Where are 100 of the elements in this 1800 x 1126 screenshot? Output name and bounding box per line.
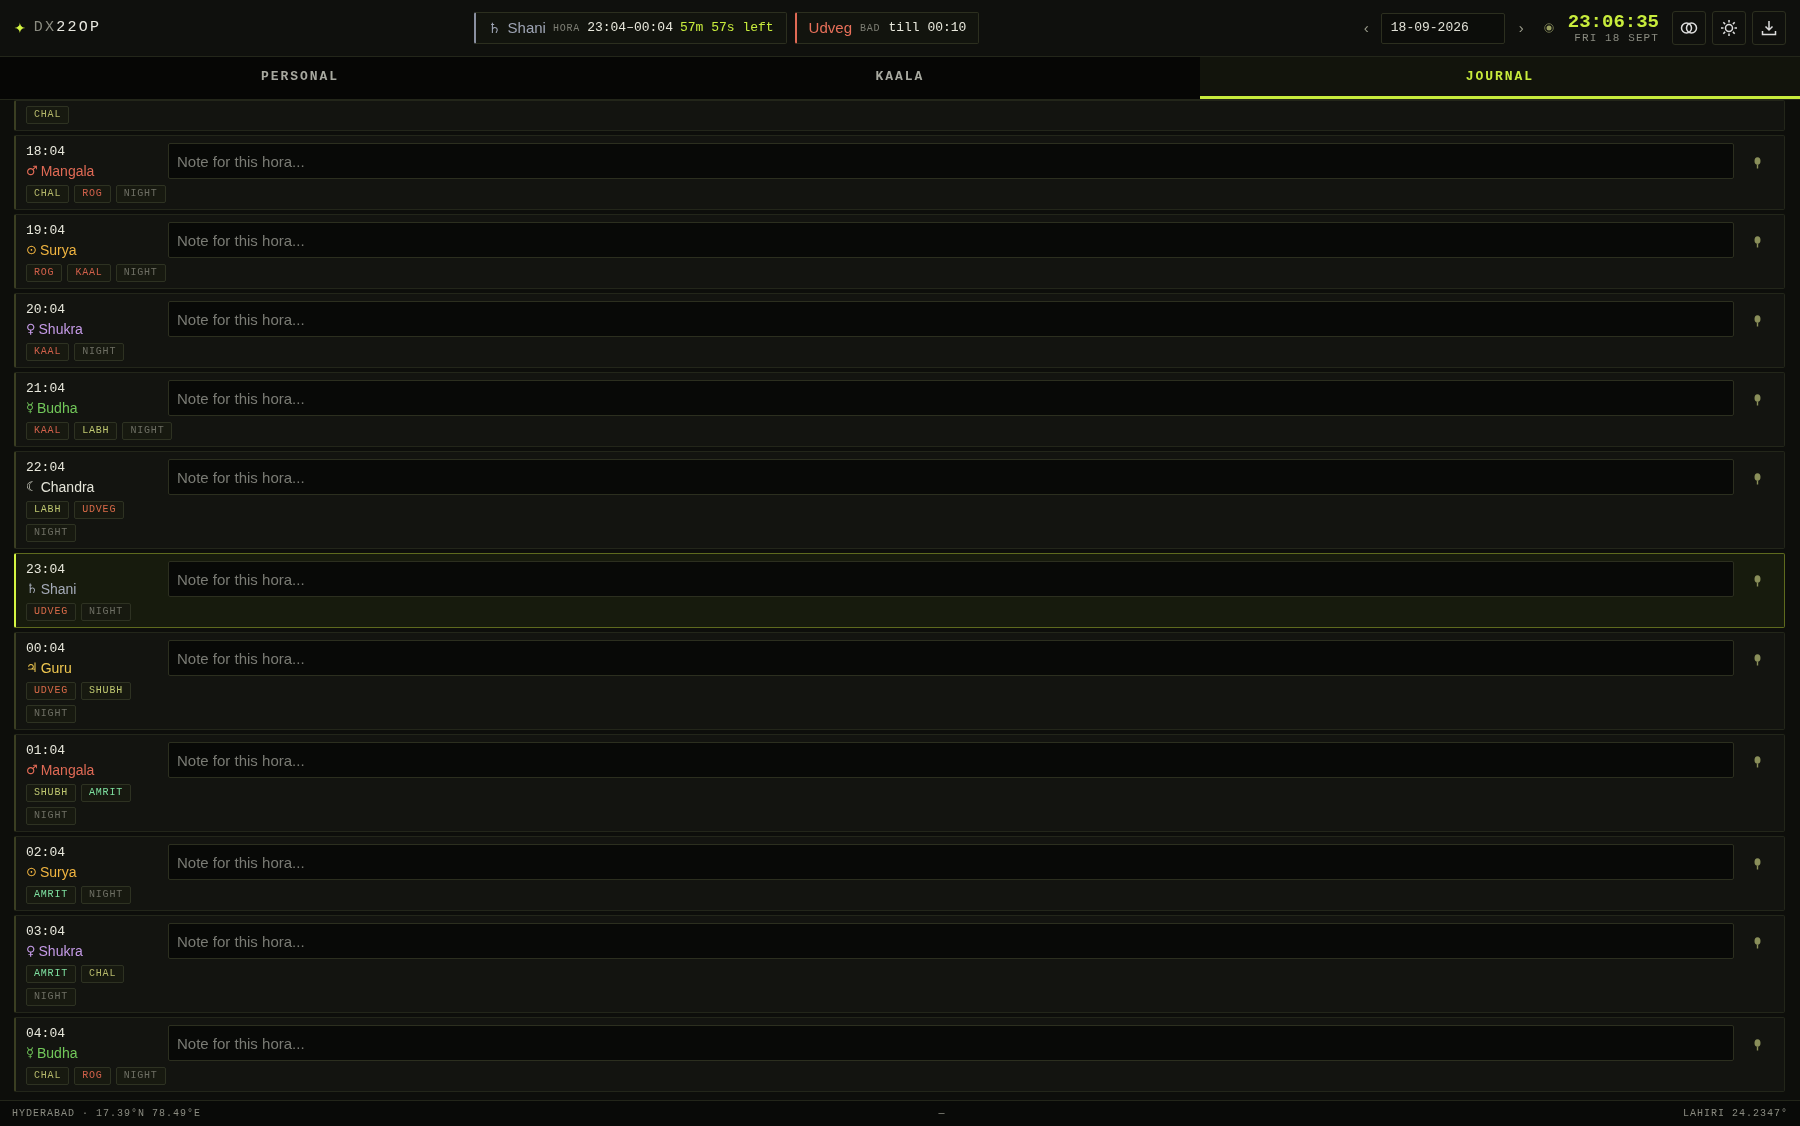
hora-row[interactable]: 04:04 ☿ Budha CHAL ROG NIGHT Note for this hora... (14, 1017, 1785, 1092)
tag: CHAL (26, 1067, 70, 1085)
tag: UDVEG (26, 603, 76, 621)
tag: KAAL (26, 422, 70, 440)
hora-row[interactable]: 19:04 ⊙ Surya ROG KAAL NIGHT Note for this hora... (14, 214, 1785, 289)
tag: NIGHT (74, 343, 125, 361)
planet-name: Shukra (38, 942, 83, 961)
pin-icon[interactable] (1753, 1039, 1761, 1051)
radio-icon[interactable] (1543, 23, 1554, 33)
star-icon: ✦ (14, 17, 26, 39)
previous-day-button[interactable]: ‹ (1357, 16, 1375, 40)
logo-text: DX22OP (33, 17, 102, 38)
alert-label: BAD (859, 21, 881, 36)
planet-symbol: ♄ (26, 580, 38, 598)
hora-row[interactable]: 23:04 ♄ Shani UDVEG NIGHT Note for this hora... (14, 553, 1785, 628)
note-field[interactable]: Note for this hora... (168, 844, 1734, 880)
planet-name: Surya (39, 241, 77, 260)
tag: LABH (74, 422, 118, 440)
planet-symbol: ☿ (26, 1044, 34, 1062)
time-left: 57m 57s left (680, 19, 774, 38)
hora-row[interactable]: 03:04 ♀ Shukra AMRIT CHAL NIGHT Note for this hora... (14, 915, 1785, 1013)
planet-name: Shukra (38, 320, 83, 339)
tag: NIGHT (115, 264, 166, 282)
note-field[interactable]: Note for this hora... (168, 561, 1734, 597)
clock: 23:06:35 (1567, 11, 1659, 32)
tag: SHUBH (81, 682, 132, 700)
planet-name: Guru (40, 659, 72, 678)
pin-icon[interactable] (1753, 858, 1761, 870)
note-field[interactable]: Note for this hora... (168, 222, 1734, 258)
tag: KAAL (26, 343, 70, 361)
hora-row[interactable]: 01:04 ♂ Mangala SHUBH AMRIT NIGHT Note for this hora... (14, 734, 1785, 832)
planet-symbol: ♂ (26, 761, 38, 779)
tag: CHAL (81, 965, 125, 983)
pin-icon[interactable] (1753, 473, 1761, 485)
tag: LABH (26, 501, 70, 519)
planet-symbol: ⊙ (26, 863, 37, 881)
pin-icon[interactable] (1753, 575, 1761, 587)
tag: NIGHT (26, 705, 76, 723)
pin-icon[interactable] (1753, 756, 1761, 768)
theme-button[interactable] (1712, 11, 1746, 45)
hora-row[interactable]: 18:04 ♂ Mangala CHAL ROG NIGHT Note for this hora... (14, 135, 1785, 210)
next-day-button[interactable]: › (1512, 16, 1530, 40)
tab[interactable]: KAALA (600, 57, 1200, 99)
hora-time: 18:04 (26, 143, 66, 161)
pin-icon[interactable] (1753, 315, 1761, 327)
hora-range: 23:04–00:04 (587, 19, 673, 38)
hora-label: HORA (552, 21, 581, 36)
hora-row[interactable]: 00:04 ♃ Guru UDVEG SHUBH NIGHT Note for this hora... (14, 632, 1785, 730)
note-field[interactable]: Note for this hora... (168, 143, 1734, 179)
hora-row[interactable]: 21:04 ☿ Budha KAAL LABH NIGHT Note for this hora... (14, 372, 1785, 447)
tag: NIGHT (26, 807, 76, 825)
note-field[interactable]: Note for this hora... (168, 640, 1734, 676)
hora-time: 22:04 (26, 459, 66, 477)
note-field[interactable]: Note for this hora... (168, 301, 1734, 337)
planet-symbol: ♂ (26, 162, 38, 180)
date-field[interactable]: 18-09-2026 (1380, 12, 1505, 44)
planet-symbol: ♀ (26, 942, 36, 960)
hora-time: 21:04 (26, 380, 66, 398)
tag: NIGHT (81, 603, 132, 621)
compare-button[interactable] (1672, 11, 1706, 45)
pin-icon[interactable] (1753, 394, 1761, 406)
planet-name: Chandra (40, 478, 95, 497)
planet-name: Mangala (40, 761, 95, 780)
hora-row[interactable]: 22:04 ☾ Chandra LABH UDVEG NIGHT Note for this hora... (14, 451, 1785, 549)
tag: ROG (26, 264, 63, 282)
planet-symbol: ♃ (26, 659, 38, 677)
tag: NIGHT (81, 886, 132, 904)
tag: ROG (74, 185, 111, 203)
note-field[interactable]: Note for this hora... (168, 1025, 1734, 1061)
pin-icon[interactable] (1753, 654, 1761, 666)
hora-time: 23:04 (26, 561, 66, 579)
download-button[interactable] (1752, 11, 1786, 45)
tag: NIGHT (26, 524, 76, 542)
rings-icon (1680, 22, 1698, 34)
note-field[interactable]: Note for this hora... (168, 742, 1734, 778)
tag: NIGHT (122, 422, 173, 440)
tag: AMRIT (26, 965, 76, 983)
hora-row[interactable]: 02:04 ⊙ Surya AMRIT NIGHT Note for this hora... (14, 836, 1785, 911)
hora-row[interactable]: 20:04 ♀ Shukra KAAL NIGHT Note for this hora... (14, 293, 1785, 368)
planet-symbol: ♀ (26, 320, 36, 338)
alert-until: till 00:10 (888, 19, 967, 38)
tag: CHAL (26, 185, 70, 203)
planet-symbol: ♄ (488, 18, 501, 38)
tag: AMRIT (26, 886, 76, 904)
note-field[interactable]: Note for this hora... (168, 923, 1734, 959)
ayanamsa-text: LAHIRI 24.2347° (1683, 1107, 1788, 1121)
hora-time: 19:04 (26, 222, 66, 240)
planet-symbol: ⊙ (26, 241, 37, 259)
note-field[interactable]: Note for this hora... (168, 459, 1734, 495)
tag: UDVEG (26, 682, 76, 700)
pin-icon[interactable] (1753, 157, 1761, 169)
pin-icon[interactable] (1753, 236, 1761, 248)
note-field[interactable]: Note for this hora... (168, 380, 1734, 416)
tab[interactable]: PERSONAL (0, 57, 600, 99)
alert-name: Udveg (808, 17, 852, 38)
tab[interactable]: JOURNAL (1200, 57, 1800, 99)
tag: NIGHT (115, 1067, 166, 1085)
download-icon (1761, 20, 1777, 36)
planet-name: Surya (39, 863, 77, 882)
pin-icon[interactable] (1753, 937, 1761, 949)
